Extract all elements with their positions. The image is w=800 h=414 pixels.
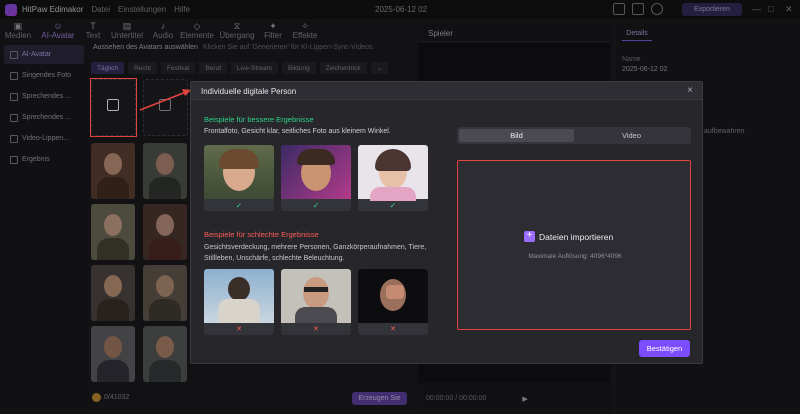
app-window: HitPaw Edimakor Datei Einstellungen Hilf…: [0, 0, 800, 414]
import-label: Dateien importieren: [539, 231, 614, 242]
tab-video[interactable]: Video: [574, 129, 689, 142]
tab-image-label: Bild: [510, 131, 523, 140]
max-resolution-note: Maximale Auflösung: 4096*4096: [528, 253, 622, 260]
cross-icon: ✕: [236, 326, 242, 333]
close-icon[interactable]: ×: [687, 85, 693, 96]
good-examples-desc: Frontalfoto, Gesicht klar, seitliches Fo…: [204, 128, 391, 135]
media-type-toggle: Bild Video: [457, 127, 691, 144]
tab-image[interactable]: Bild: [459, 129, 574, 142]
check-icon: ✓: [312, 200, 320, 210]
bad-example-card: ✕: [358, 269, 428, 335]
confirm-button[interactable]: Bestätigen: [639, 340, 690, 357]
good-example-card: ✓: [281, 145, 351, 211]
import-files-button[interactable]: + Dateien importieren: [524, 231, 613, 242]
bad-examples-title: Beispiele für schlechte Ergebnisse: [204, 230, 319, 239]
file-drop-zone[interactable]: + Dateien importieren Maximale Auflösung…: [457, 160, 691, 330]
cross-icon: ✕: [390, 326, 396, 333]
confirm-label: Bestätigen: [646, 344, 683, 353]
custom-avatar-dialog: Individuelle digitale Person × Beispiele…: [190, 81, 703, 364]
dialog-header: Individuelle digitale Person ×: [191, 82, 702, 100]
plus-icon: +: [524, 231, 535, 242]
tab-video-label: Video: [621, 131, 642, 140]
bad-example-card: ✕: [204, 269, 274, 335]
good-example-card: ✓: [358, 145, 428, 211]
dialog-title: Individuelle digitale Person: [201, 87, 297, 96]
check-icon: ✓: [235, 200, 243, 210]
cross-icon: ✕: [313, 326, 319, 333]
bad-example-card: ✕: [281, 269, 351, 335]
check-icon: ✓: [389, 200, 397, 210]
good-example-card: ✓: [204, 145, 274, 211]
ai-upload-icon: [159, 99, 171, 111]
bad-examples-desc: Gesichtsverdeckung, mehrere Personen, Ga…: [204, 244, 427, 262]
upload-icon: [107, 99, 119, 111]
good-examples-title: Beispiele für bessere Ergebnisse: [204, 115, 314, 124]
